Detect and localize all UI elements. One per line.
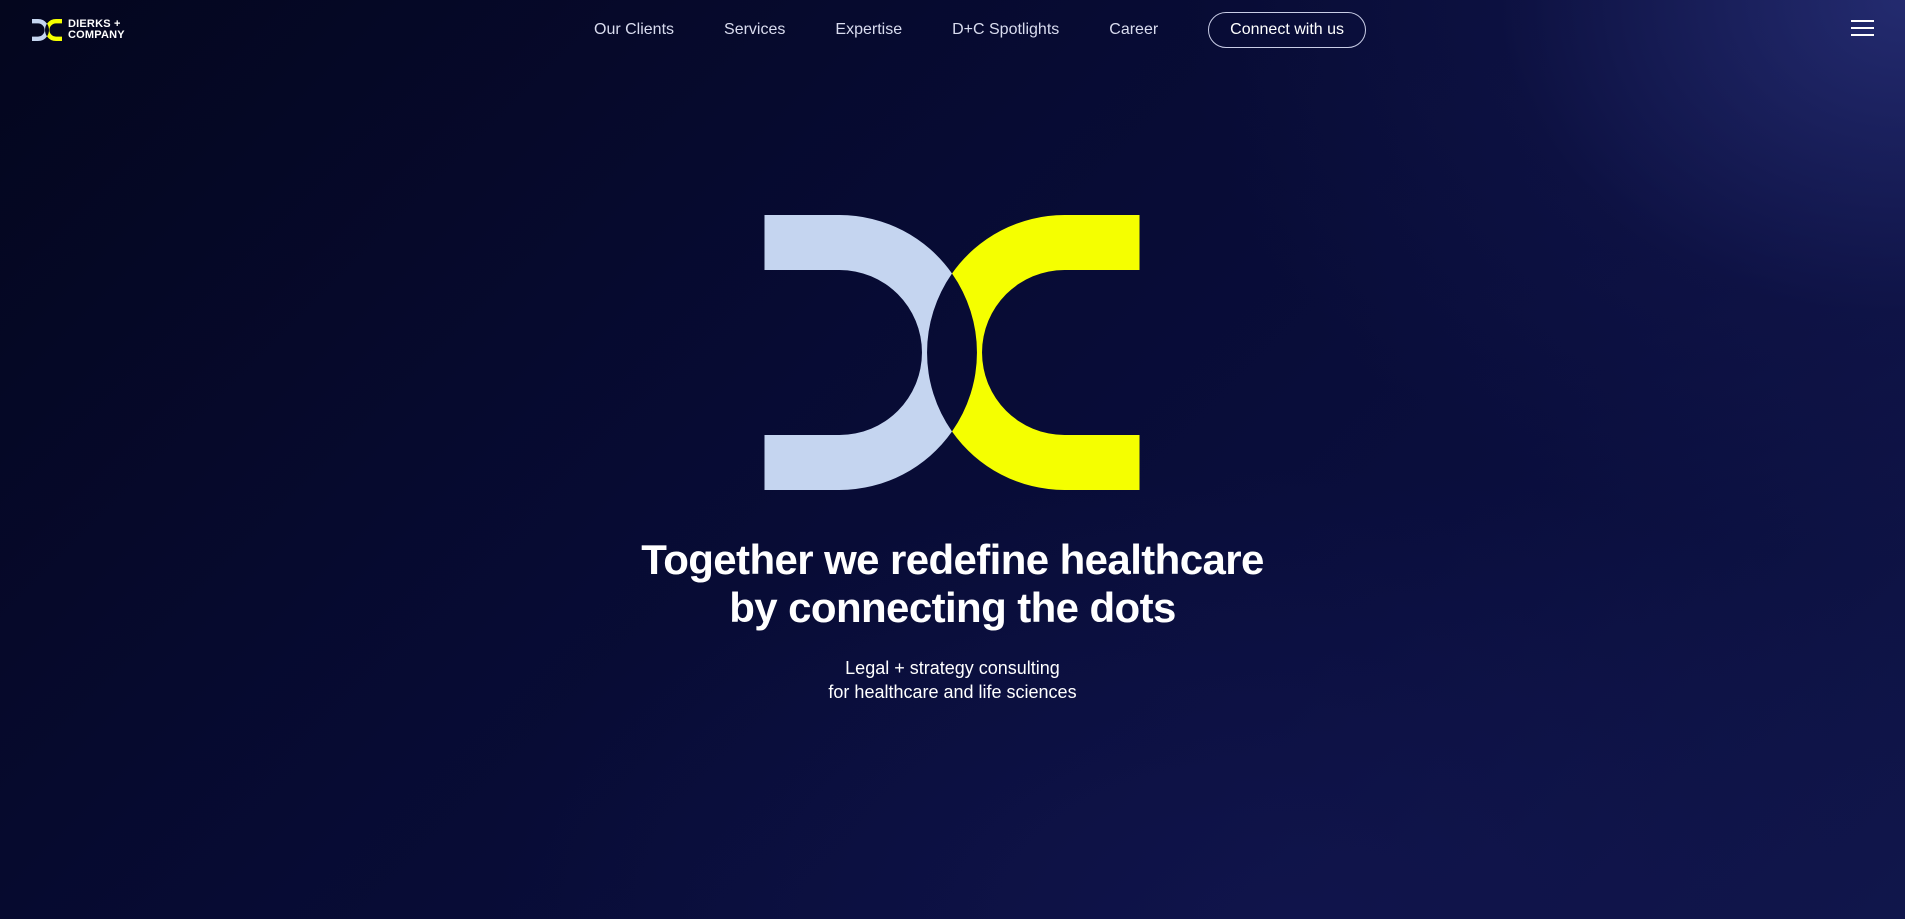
- nav-link-career[interactable]: Career: [1109, 21, 1158, 39]
- hero-subline-line2: for healthcare and life sciences: [828, 682, 1077, 702]
- brand-logo-link[interactable]: DIERKS + COMPANY: [32, 19, 125, 41]
- dc-logo-icon: [32, 19, 62, 41]
- hamburger-menu-icon[interactable]: [1851, 20, 1875, 38]
- menu-bar: [1851, 20, 1874, 22]
- nav-link-expertise[interactable]: Expertise: [835, 21, 902, 39]
- dc-mark-d-shape: [764, 215, 952, 490]
- hero-headline-line1: Together we redefine healthcare: [641, 536, 1264, 583]
- hero-headline: Together we redefine healthcare by conne…: [0, 536, 1905, 632]
- menu-bar: [1851, 27, 1874, 29]
- hero-headline-line2: by connecting the dots: [729, 584, 1176, 631]
- site-header: DIERKS + COMPANY Our Clients Services Ex…: [0, 0, 1905, 60]
- hero-dc-mark: [764, 215, 1140, 490]
- nav-link-services[interactable]: Services: [724, 21, 785, 39]
- dc-mark-c-shape: [952, 215, 1140, 490]
- dc-mark-icon: [764, 215, 1140, 490]
- brand-name-line2: COMPANY: [68, 29, 125, 41]
- main-nav: Our Clients Services Expertise D+C Spotl…: [594, 12, 1367, 48]
- nav-link-our-clients[interactable]: Our Clients: [594, 21, 674, 39]
- hero-subline-line1: Legal + strategy consulting: [845, 658, 1060, 678]
- hero-subline: Legal + strategy consulting for healthca…: [0, 656, 1905, 704]
- nav-link-spotlights[interactable]: D+C Spotlights: [952, 21, 1059, 39]
- menu-bar: [1851, 34, 1874, 36]
- connect-with-us-button[interactable]: Connect with us: [1208, 12, 1367, 48]
- brand-wordmark: DIERKS + COMPANY: [68, 19, 125, 41]
